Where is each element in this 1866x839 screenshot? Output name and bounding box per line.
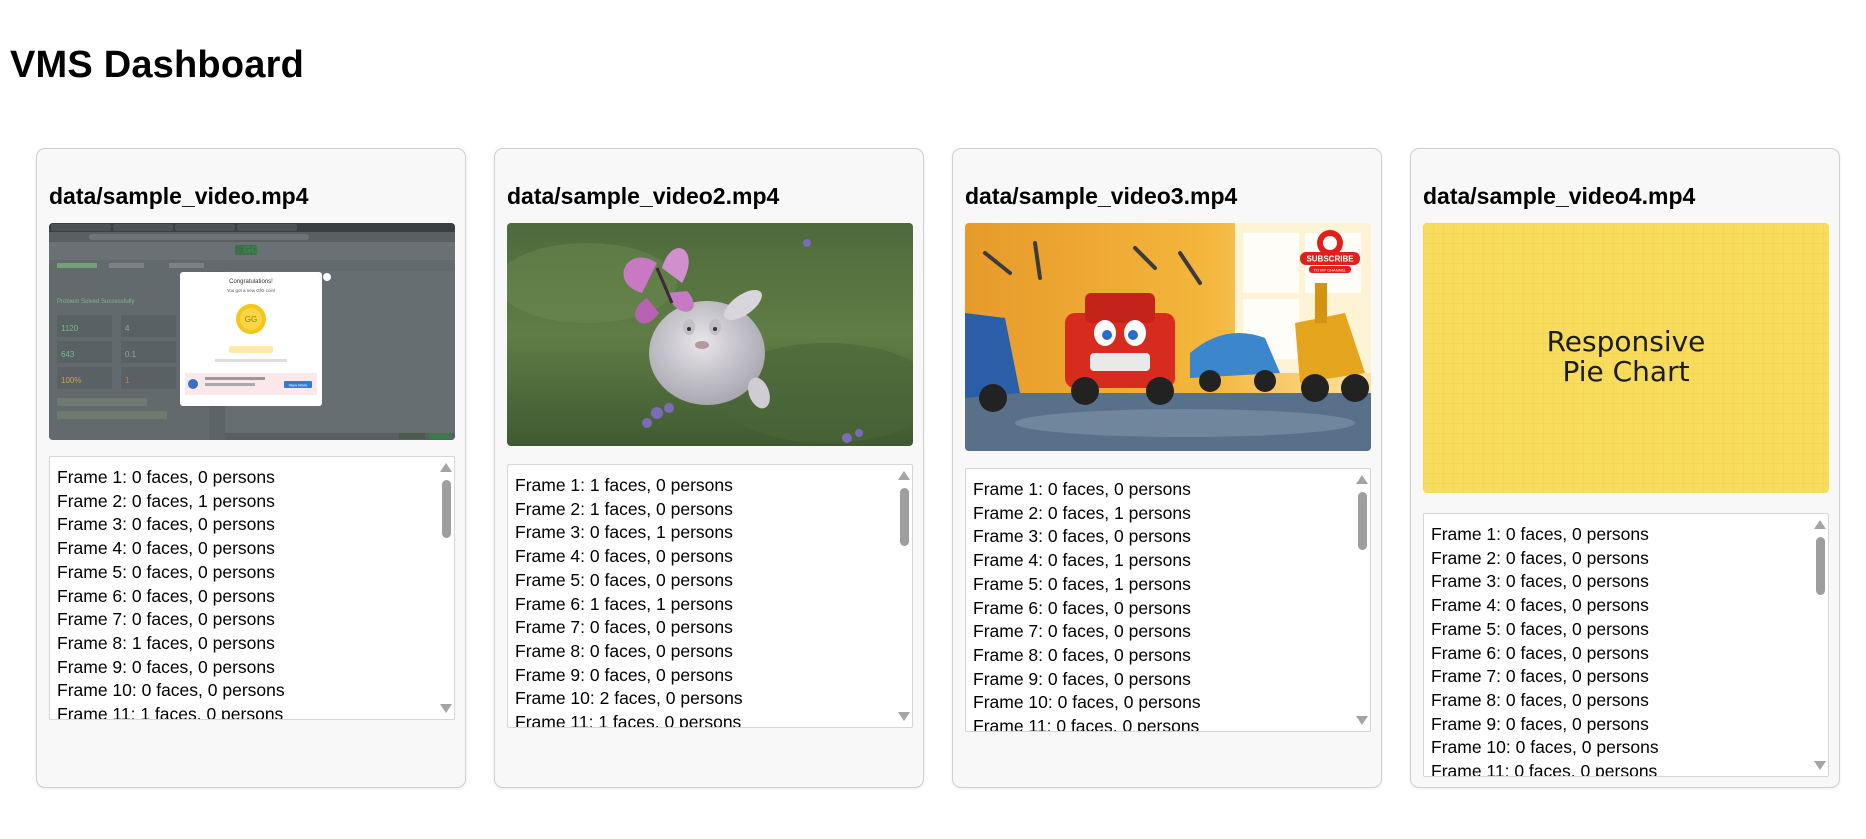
scrollbar-thumb[interactable] bbox=[1816, 537, 1825, 595]
log-line: Frame 7: 0 faces, 0 persons bbox=[57, 609, 275, 630]
video-thumbnail[interactable]: SUBSCRIBE TO MY CHANNEL bbox=[965, 223, 1371, 451]
log-line: Frame 5: 0 faces, 0 persons bbox=[1431, 618, 1649, 639]
log-line: Frame 1: 1 faces, 0 persons bbox=[515, 475, 733, 495]
log-line: Frame 11: 1 faces, 0 persons bbox=[57, 704, 284, 720]
svg-text:1120: 1120 bbox=[61, 324, 79, 333]
log-line: Frame 5: 0 faces, 1 persons bbox=[973, 573, 1191, 594]
video-card-2: data/sample_video2.mp4 Frame 1: 1 faces,… bbox=[494, 148, 924, 788]
log-line: Frame 6: 0 faces, 0 persons bbox=[1431, 642, 1649, 663]
log-line: Frame 11: 0 faces, 0 persons bbox=[973, 716, 1200, 732]
log-line: Frame 9: 0 faces, 0 persons bbox=[973, 668, 1191, 689]
log-line: Frame 3: 0 faces, 0 persons bbox=[1431, 571, 1649, 592]
subscribe-badge: SUBSCRIBE bbox=[1306, 255, 1354, 264]
video-card-3: data/sample_video3.mp4 SUBSCRIBE TO MY C… bbox=[952, 148, 1382, 788]
video-thumbnail[interactable]: Problem Solved Successfully 1120 4 643 0… bbox=[49, 223, 455, 440]
log-line: Frame 8: 0 faces, 0 persons bbox=[973, 644, 1191, 665]
video-title: data/sample_video3.mp4 bbox=[965, 183, 1238, 209]
scroll-up-arrow-icon[interactable] bbox=[1814, 520, 1826, 529]
scrollbar-thumb[interactable] bbox=[900, 488, 909, 546]
log-line: Frame 4: 0 faces, 0 persons bbox=[57, 538, 275, 559]
video-title: data/sample_video.mp4 bbox=[49, 183, 309, 209]
log-scrollbar[interactable] bbox=[895, 465, 912, 727]
scroll-down-arrow-icon[interactable] bbox=[898, 712, 910, 721]
svg-text:GG: GG bbox=[245, 315, 257, 324]
svg-text:You got a new GfG coin!: You got a new GfG coin! bbox=[227, 288, 276, 293]
log-line: Frame 9: 0 faces, 0 persons bbox=[1431, 713, 1649, 734]
svg-text:View More: View More bbox=[289, 383, 309, 388]
log-line: Frame 2: 0 faces, 1 persons bbox=[57, 490, 275, 511]
log-line: Frame 2: 0 faces, 1 persons bbox=[973, 502, 1191, 523]
video-title: data/sample_video4.mp4 bbox=[1423, 183, 1696, 209]
log-scrollbar[interactable] bbox=[1811, 514, 1828, 776]
log-line: Frame 11: 1 faces, 0 persons bbox=[515, 712, 742, 728]
scroll-up-arrow-icon[interactable] bbox=[898, 471, 910, 480]
log-line: Frame 1: 0 faces, 0 persons bbox=[57, 467, 275, 487]
svg-text:643: 643 bbox=[61, 350, 75, 359]
page-title: VMS Dashboard bbox=[10, 44, 304, 86]
log-lines: Frame 1: 0 faces, 0 persons Frame 2: 0 f… bbox=[57, 466, 430, 720]
log-line: Frame 6: 1 faces, 1 persons bbox=[515, 593, 733, 614]
log-line: Frame 7: 0 faces, 0 persons bbox=[515, 617, 733, 638]
svg-text:0.1: 0.1 bbox=[125, 350, 137, 359]
log-line: Frame 5: 0 faces, 0 persons bbox=[515, 569, 733, 590]
popup-title: Congratulations! bbox=[229, 279, 273, 285]
log-lines: Frame 1: 0 faces, 0 persons Frame 2: 0 f… bbox=[973, 478, 1346, 732]
scroll-down-arrow-icon[interactable] bbox=[1814, 761, 1826, 770]
log-line: Frame 8: 1 faces, 0 persons bbox=[57, 632, 275, 653]
log-lines: Frame 1: 0 faces, 0 persons Frame 2: 0 f… bbox=[1431, 523, 1804, 777]
log-line: Frame 7: 0 faces, 0 persons bbox=[1431, 666, 1649, 687]
log-line: Frame 2: 1 faces, 0 persons bbox=[515, 498, 733, 519]
video-card-1: data/sample_video.mp4 Problem Solved Suc… bbox=[36, 148, 466, 788]
log-scrollbar[interactable] bbox=[437, 457, 454, 719]
detection-log[interactable]: Frame 1: 0 faces, 0 persons Frame 2: 0 f… bbox=[49, 456, 455, 720]
scrollbar-thumb[interactable] bbox=[442, 480, 451, 538]
video-title: data/sample_video2.mp4 bbox=[507, 183, 780, 209]
log-line: Frame 5: 0 faces, 0 persons bbox=[57, 561, 275, 582]
log-line: Frame 6: 0 faces, 0 persons bbox=[973, 597, 1191, 618]
svg-text:4: 4 bbox=[125, 324, 130, 333]
detection-log[interactable]: Frame 1: 0 faces, 0 persons Frame 2: 0 f… bbox=[965, 468, 1371, 732]
log-lines: Frame 1: 1 faces, 0 persons Frame 2: 1 f… bbox=[515, 474, 888, 728]
log-line: Frame 7: 0 faces, 0 persons bbox=[973, 621, 1191, 642]
detection-log[interactable]: Frame 1: 1 faces, 0 persons Frame 2: 1 f… bbox=[507, 464, 913, 728]
log-scrollbar[interactable] bbox=[1353, 469, 1370, 731]
log-line: Frame 10: 0 faces, 0 persons bbox=[1431, 737, 1659, 758]
log-line: Frame 8: 0 faces, 0 persons bbox=[515, 640, 733, 661]
log-line: Frame 4: 0 faces, 0 persons bbox=[515, 546, 733, 567]
log-line: Frame 11: 0 faces, 0 persons bbox=[1431, 761, 1658, 777]
svg-text:TO MY CHANNEL: TO MY CHANNEL bbox=[1314, 268, 1348, 273]
log-line: Frame 8: 0 faces, 0 persons bbox=[1431, 689, 1649, 710]
svg-text:1: 1 bbox=[125, 376, 130, 385]
log-line: Frame 10: 0 faces, 0 persons bbox=[57, 680, 285, 701]
scroll-down-arrow-icon[interactable] bbox=[440, 704, 452, 713]
log-line: Frame 9: 0 faces, 0 persons bbox=[57, 656, 275, 677]
scroll-up-arrow-icon[interactable] bbox=[440, 463, 452, 472]
video-thumbnail[interactable]: Responsive Pie Chart bbox=[1423, 223, 1829, 493]
log-line: Frame 1: 0 faces, 0 persons bbox=[1431, 524, 1649, 544]
log-line: Frame 6: 0 faces, 0 persons bbox=[57, 585, 275, 606]
scroll-up-arrow-icon[interactable] bbox=[1356, 475, 1368, 484]
thumb-line-1: Responsive bbox=[1547, 325, 1706, 358]
log-line: Frame 3: 0 faces, 0 persons bbox=[973, 526, 1191, 547]
log-line: Frame 4: 0 faces, 0 persons bbox=[1431, 595, 1649, 616]
log-line: Frame 1: 0 faces, 0 persons bbox=[973, 479, 1191, 499]
log-line: Frame 10: 0 faces, 0 persons bbox=[973, 692, 1201, 713]
thumb-line-2: Pie Chart bbox=[1562, 355, 1689, 388]
svg-text:GG: GG bbox=[243, 245, 259, 256]
log-line: Frame 2: 0 faces, 0 persons bbox=[1431, 547, 1649, 568]
svg-text:100%: 100% bbox=[61, 376, 81, 385]
scroll-down-arrow-icon[interactable] bbox=[1356, 716, 1368, 725]
thumb-heading: Problem Solved Successfully bbox=[57, 299, 134, 305]
video-thumbnail[interactable] bbox=[507, 223, 913, 446]
log-line: Frame 3: 0 faces, 1 persons bbox=[515, 522, 733, 543]
log-line: Frame 3: 0 faces, 0 persons bbox=[57, 514, 275, 535]
log-line: Frame 9: 0 faces, 0 persons bbox=[515, 664, 733, 685]
log-line: Frame 10: 2 faces, 0 persons bbox=[515, 688, 743, 709]
detection-log[interactable]: Frame 1: 0 faces, 0 persons Frame 2: 0 f… bbox=[1423, 513, 1829, 777]
scrollbar-thumb[interactable] bbox=[1358, 492, 1367, 550]
video-card-4: data/sample_video4.mp4 Responsive Pie Ch… bbox=[1410, 148, 1840, 788]
log-line: Frame 4: 0 faces, 1 persons bbox=[973, 550, 1191, 571]
